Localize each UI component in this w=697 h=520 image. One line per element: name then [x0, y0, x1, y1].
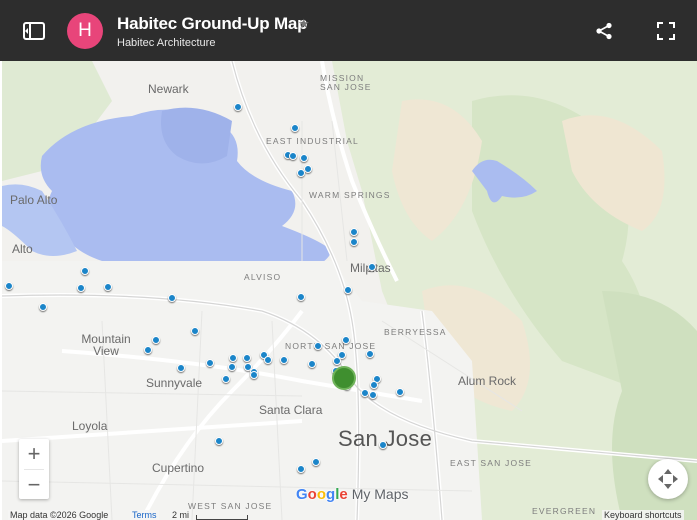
map-marker[interactable]	[308, 360, 316, 368]
fullscreen-icon	[657, 22, 675, 40]
map-marker[interactable]	[304, 165, 312, 173]
map-marker[interactable]	[300, 154, 308, 162]
map-marker[interactable]	[5, 282, 13, 290]
map-marker[interactable]	[39, 303, 47, 311]
map-subtitle: Habitec Architecture	[117, 37, 216, 49]
place-label-sunnyvale: Sunnyvale	[146, 376, 203, 390]
map-canvas[interactable]: Newark MISSION SAN JOSE EAST INDUSTRIAL W…	[2, 61, 697, 520]
map-avatar: H	[67, 13, 103, 49]
marker-cluster[interactable]	[332, 366, 356, 390]
map-marker[interactable]	[344, 286, 352, 294]
recenter-button[interactable]	[648, 459, 688, 499]
map-marker[interactable]	[228, 363, 236, 371]
map-marker[interactable]	[104, 283, 112, 291]
map-marker[interactable]	[289, 152, 297, 160]
zoom-out-button[interactable]: −	[19, 470, 49, 500]
map-marker[interactable]	[291, 124, 299, 132]
map-marker[interactable]	[250, 371, 258, 379]
star-icon[interactable]: ★	[298, 16, 310, 32]
map-marker[interactable]	[366, 350, 374, 358]
map-marker[interactable]	[264, 356, 272, 364]
scale-label: 2 mi	[170, 510, 192, 520]
map-marker[interactable]	[297, 293, 305, 301]
map-marker[interactable]	[297, 169, 305, 177]
map-footer: Map data ©2026 Google Terms 2 mi Keyboar…	[2, 510, 697, 520]
map-marker[interactable]	[370, 381, 378, 389]
map-marker[interactable]	[77, 284, 85, 292]
map-marker[interactable]	[206, 359, 214, 367]
map-marker[interactable]	[342, 336, 350, 344]
place-label-berryessa: BERRYESSA	[384, 327, 447, 337]
sidebar-toggle-icon	[23, 22, 45, 40]
map-marker[interactable]	[297, 465, 305, 473]
map-marker[interactable]	[333, 357, 341, 365]
map-marker[interactable]	[312, 458, 320, 466]
place-label-alum-rock: Alum Rock	[458, 374, 517, 388]
place-label-loyola: Loyola	[72, 419, 108, 433]
map-marker[interactable]	[177, 364, 185, 372]
google-logo-text: Google	[296, 486, 348, 503]
recenter-icon	[658, 469, 678, 489]
zoom-in-button[interactable]: +	[19, 439, 49, 469]
map-marker[interactable]	[350, 228, 358, 236]
place-label-east-san-jose: EAST SAN JOSE	[450, 458, 533, 468]
place-label-palo-alto: Palo Alto	[10, 193, 58, 207]
map-marker[interactable]	[369, 391, 377, 399]
share-icon	[596, 22, 612, 40]
map-marker[interactable]	[234, 103, 242, 111]
map-marker[interactable]	[152, 336, 160, 344]
map-header: H Habitec Ground-Up Map ★ Habitec Archit…	[0, 0, 697, 61]
place-label-mission-san-jose: MISSION SAN JOSE	[320, 73, 372, 92]
map-marker[interactable]	[215, 437, 223, 445]
place-label-north-san-jose: NORTH SAN JOSE	[285, 341, 377, 351]
map-marker[interactable]	[361, 389, 369, 397]
map-marker[interactable]	[280, 356, 288, 364]
scale-bar	[196, 515, 248, 520]
place-label-alto: Alto	[12, 242, 33, 256]
my-maps-text: My Maps	[351, 486, 409, 502]
place-label-santa-clara: Santa Clara	[259, 403, 323, 417]
map-marker[interactable]	[229, 354, 237, 362]
place-label-warm-springs: WARM SPRINGS	[309, 190, 391, 200]
map-marker[interactable]	[368, 263, 376, 271]
map-marker[interactable]	[350, 238, 358, 246]
map-marker[interactable]	[222, 375, 230, 383]
terms-link[interactable]: Terms	[130, 510, 159, 520]
map-marker[interactable]	[314, 342, 322, 350]
place-label-cupertino: Cupertino	[152, 461, 205, 475]
map-marker[interactable]	[243, 354, 251, 362]
keyboard-shortcuts-link[interactable]: Keyboard shortcuts	[602, 510, 684, 520]
place-label-newark: Newark	[148, 82, 189, 96]
map-marker[interactable]	[168, 294, 176, 302]
map-marker[interactable]	[81, 267, 89, 275]
map-marker[interactable]	[191, 327, 199, 335]
place-label-alviso: ALVISO	[244, 272, 282, 282]
map-marker[interactable]	[379, 441, 387, 449]
google-my-maps-logo: Google My Maps	[296, 486, 409, 503]
map-title: Habitec Ground-Up Map	[117, 14, 308, 33]
map-data-attribution: Map data ©2026 Google	[8, 510, 111, 520]
map-marker[interactable]	[396, 388, 404, 396]
fullscreen-button[interactable]	[653, 18, 679, 44]
place-label-east-industrial: EAST INDUSTRIAL	[266, 136, 359, 146]
place-label-mountain-view: Mountain View	[81, 332, 131, 358]
zoom-controls: + −	[19, 439, 49, 499]
sidebar-toggle-button[interactable]	[20, 18, 48, 44]
share-button[interactable]	[591, 18, 617, 44]
map-marker[interactable]	[144, 346, 152, 354]
